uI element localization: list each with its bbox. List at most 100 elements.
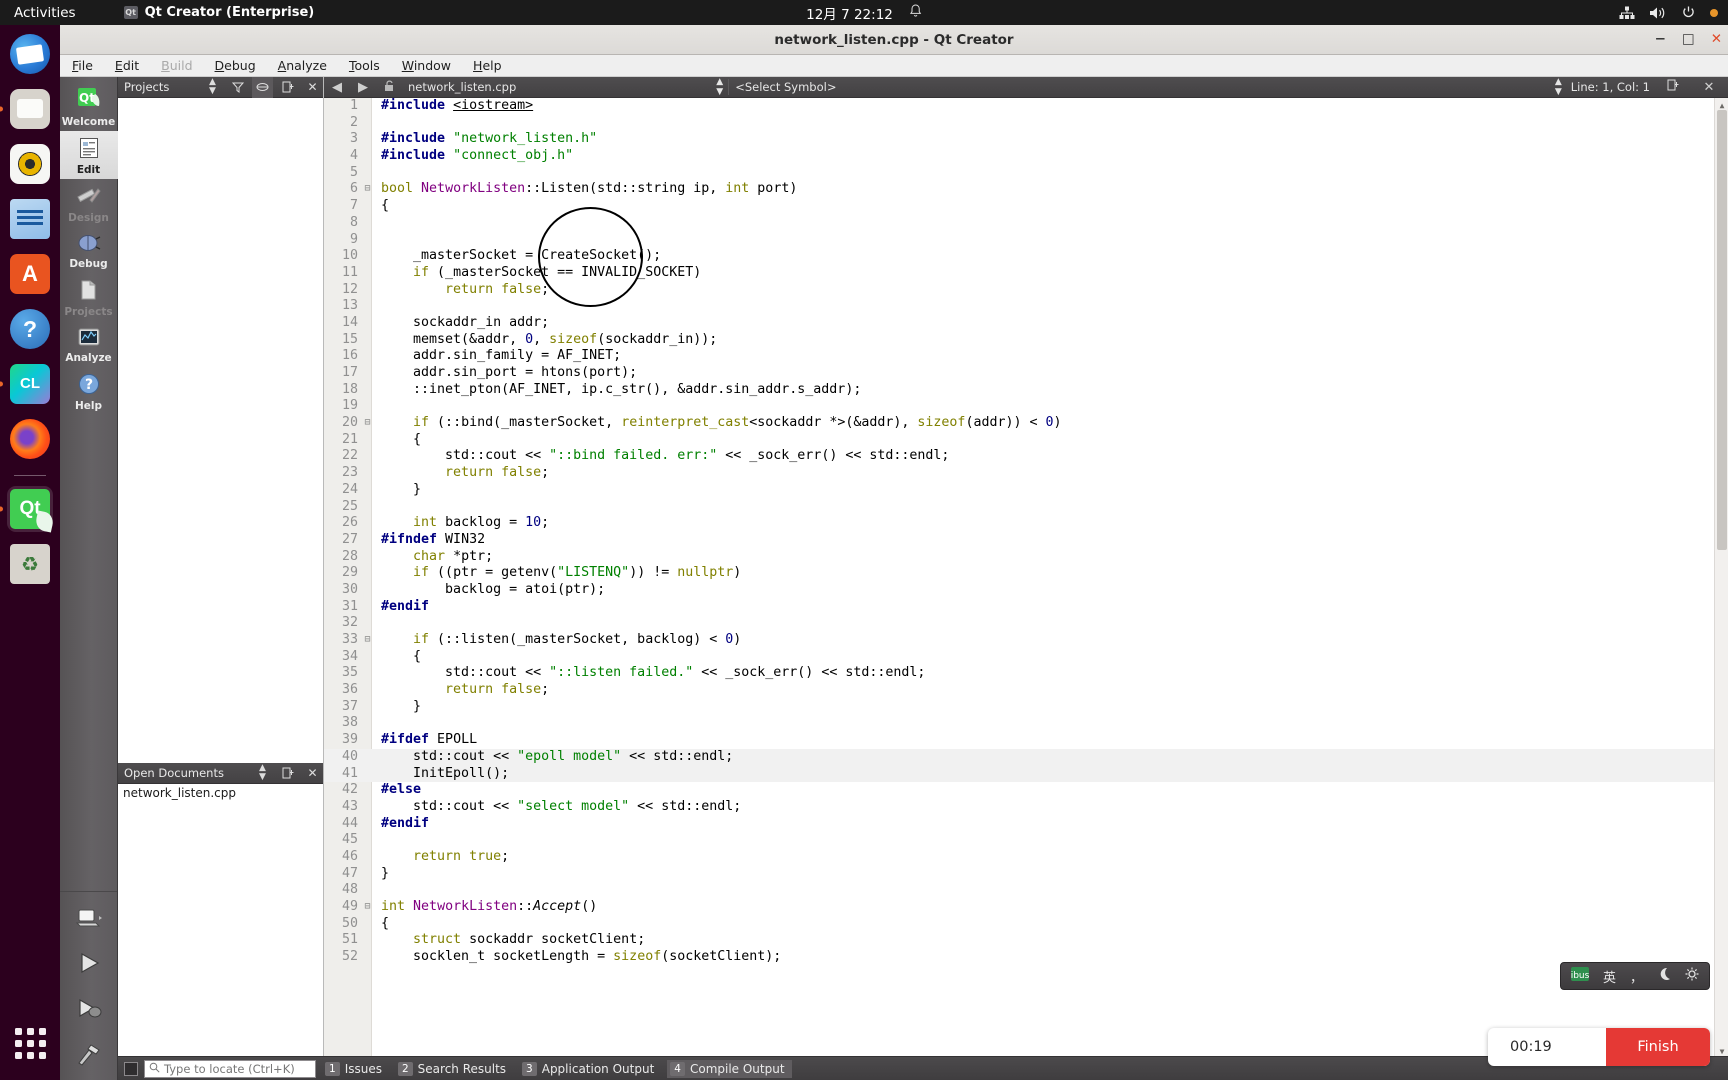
- dock-item-help[interactable]: ?: [7, 306, 53, 352]
- split-icon[interactable]: [277, 77, 298, 98]
- back-arrow-icon[interactable]: ◀: [324, 80, 350, 95]
- fold-marker-icon[interactable]: ⊟: [362, 899, 373, 916]
- code-line[interactable]: 17 addr.sin_port = htons(port);: [324, 365, 1728, 382]
- code-lines[interactable]: 1 #include <iostream> 2 3 #include "network_…: [324, 98, 1728, 966]
- unlocked-icon[interactable]: [376, 79, 402, 96]
- locator-input[interactable]: Type to locate (Ctrl+K): [144, 1059, 316, 1078]
- code-line[interactable]: 45: [324, 832, 1728, 849]
- filter-icon[interactable]: [227, 77, 248, 98]
- scroll-down-arrow-icon[interactable]: ▼: [1715, 1044, 1728, 1056]
- ime-indicator-panel[interactable]: ibus 英 ，: [1559, 962, 1710, 990]
- fold-marker-icon[interactable]: ⊟: [362, 632, 373, 649]
- opendocs-combo-arrows[interactable]: ▲ ▼: [252, 763, 273, 784]
- opendocs-split-icon[interactable]: [277, 763, 298, 784]
- code-line[interactable]: 31 #endif: [324, 599, 1728, 616]
- code-line[interactable]: 30 backlog = atoi(ptr);: [324, 582, 1728, 599]
- menu-edit[interactable]: Edit: [115, 58, 139, 73]
- mode-debug[interactable]: Debug: [60, 227, 118, 273]
- code-line[interactable]: 5: [324, 165, 1728, 182]
- dock-item-trash[interactable]: [7, 541, 53, 587]
- code-line[interactable]: 3 #include "network_listen.h": [324, 131, 1728, 148]
- build-button[interactable]: [60, 1034, 118, 1080]
- ime-language-label[interactable]: 英: [1603, 967, 1616, 986]
- code-line[interactable]: 36 return false;: [324, 682, 1728, 699]
- scroll-up-arrow-icon[interactable]: ▲: [1715, 98, 1728, 110]
- toggle-sidebar-icon[interactable]: [124, 1061, 138, 1076]
- list-item[interactable]: network_listen.cpp: [118, 784, 323, 802]
- dock-item-thunderbird[interactable]: [7, 31, 53, 77]
- mode-edit[interactable]: Edit: [59, 131, 118, 179]
- dock-item-writer[interactable]: [7, 196, 53, 242]
- projects-pane-header[interactable]: Projects ▲ ▼ ✕: [118, 76, 323, 98]
- ime-logo-icon[interactable]: ibus: [1571, 966, 1590, 986]
- code-line[interactable]: 28 char *ptr;: [324, 549, 1728, 566]
- code-line[interactable]: 41 InitEpoll();: [324, 765, 1728, 783]
- code-line[interactable]: 46 return true;: [324, 849, 1728, 866]
- output-pane-bar[interactable]: Type to locate (Ctrl+K) 1 Issues 2 Searc…: [118, 1056, 1728, 1080]
- symbol-combo[interactable]: <Select Symbol>: [735, 80, 836, 94]
- projects-combo-arrows[interactable]: ▲ ▼: [202, 77, 223, 98]
- mode-selector[interactable]: Qt Welcome Edit Design Debug Projects An…: [59, 77, 118, 1080]
- code-line[interactable]: 8: [324, 215, 1728, 232]
- code-line[interactable]: 37 }: [324, 699, 1728, 716]
- menu-file[interactable]: FFileile: [72, 58, 93, 73]
- output-tab-search-results[interactable]: 2 Search Results: [395, 1060, 513, 1078]
- close-editor-icon[interactable]: ✕: [1696, 80, 1722, 95]
- code-editor[interactable]: 1 #include <iostream> 2 3 #include "network_…: [324, 98, 1728, 1056]
- code-line[interactable]: 43 std::cout << "select model" << std::e…: [324, 799, 1728, 816]
- menu-window[interactable]: Window: [402, 58, 451, 73]
- editor-vertical-scrollbar[interactable]: ▲ ▼: [1714, 98, 1728, 1056]
- code-line[interactable]: 34 {: [324, 649, 1728, 666]
- finish-button[interactable]: Finish: [1606, 1028, 1710, 1066]
- power-icon[interactable]: [1681, 5, 1696, 20]
- code-line[interactable]: 14 sockaddr_in addr;: [324, 315, 1728, 332]
- network-icon[interactable]: [1619, 6, 1635, 20]
- code-line[interactable]: 15 memset(&addr, 0, sizeof(sockaddr_in))…: [324, 332, 1728, 349]
- code-line[interactable]: 12 return false;: [324, 282, 1728, 299]
- code-line[interactable]: 6 ⊟ bool NetworkListen::Listen(std::string…: [324, 181, 1728, 198]
- code-line[interactable]: 26 int backlog = 10;: [324, 515, 1728, 532]
- code-line[interactable]: 24 }: [324, 482, 1728, 499]
- code-line[interactable]: 52 socklen_t socketLength = sizeof(socke…: [324, 949, 1728, 966]
- code-line[interactable]: 23 return false;: [324, 465, 1728, 482]
- code-line[interactable]: 13: [324, 298, 1728, 315]
- dock-item-software[interactable]: A: [7, 251, 53, 297]
- code-line[interactable]: 49 ⊟ int NetworkListen::Accept(): [324, 899, 1728, 916]
- dock-item-qtcreator[interactable]: Qt: [7, 486, 53, 532]
- gear-icon[interactable]: [1685, 967, 1699, 985]
- code-line[interactable]: 16 addr.sin_family = AF_INET;: [324, 348, 1728, 365]
- ime-punctuation-label[interactable]: ，: [1630, 967, 1643, 986]
- menu-tools[interactable]: Tools: [349, 58, 380, 73]
- kit-selector-button[interactable]: [60, 898, 118, 942]
- screen-recorder-widget[interactable]: 00:19 Finish: [1488, 1028, 1710, 1066]
- open-documents-list[interactable]: network_listen.cpp: [118, 784, 323, 1056]
- debug-run-button[interactable]: [60, 988, 118, 1034]
- close-icon[interactable]: ✕: [302, 77, 323, 98]
- code-line[interactable]: 27 #ifndef WIN32: [324, 532, 1728, 549]
- code-line[interactable]: 18 ::inet_pton(AF_INET, ip.c_str(), &add…: [324, 382, 1728, 399]
- output-tab-application-output[interactable]: 3 Application Output: [519, 1060, 661, 1078]
- system-tray[interactable]: [1619, 5, 1718, 20]
- show-applications-button[interactable]: [7, 1020, 53, 1066]
- dock-item-rhythmbox[interactable]: [7, 141, 53, 187]
- code-line[interactable]: 25: [324, 499, 1728, 516]
- menu-debug[interactable]: Debug: [215, 58, 256, 73]
- dock-item-files[interactable]: [7, 86, 53, 132]
- open-documents-pane-header[interactable]: Open Documents ▲ ▼ ✕: [118, 763, 323, 784]
- mode-analyze[interactable]: Analyze: [60, 321, 118, 367]
- notifications-bell-icon[interactable]: [909, 3, 922, 22]
- code-line[interactable]: 44 #endif: [324, 816, 1728, 833]
- run-button[interactable]: [60, 942, 118, 988]
- fold-marker-icon[interactable]: ⊟: [362, 181, 373, 198]
- code-line[interactable]: 42 #else: [324, 782, 1728, 799]
- active-app-indicator[interactable]: Qt Qt Creator (Enterprise): [123, 5, 314, 20]
- editor-toolbar[interactable]: ◀ ▶ network_listen.cpp ▲ ▼ <Select Symbol…: [324, 77, 1728, 98]
- code-line[interactable]: 33 ⊟ if (::listen(_masterSocket, backlog)…: [324, 632, 1728, 649]
- code-line[interactable]: 48: [324, 882, 1728, 899]
- code-line[interactable]: 32: [324, 615, 1728, 632]
- code-line[interactable]: 2: [324, 115, 1728, 132]
- forward-arrow-icon[interactable]: ▶: [350, 80, 376, 95]
- code-line[interactable]: 1 #include <iostream>: [324, 98, 1728, 115]
- code-line[interactable]: 40 std::cout << "epoll model" << std::en…: [324, 748, 1728, 766]
- fold-marker-icon[interactable]: ⊟: [362, 415, 373, 432]
